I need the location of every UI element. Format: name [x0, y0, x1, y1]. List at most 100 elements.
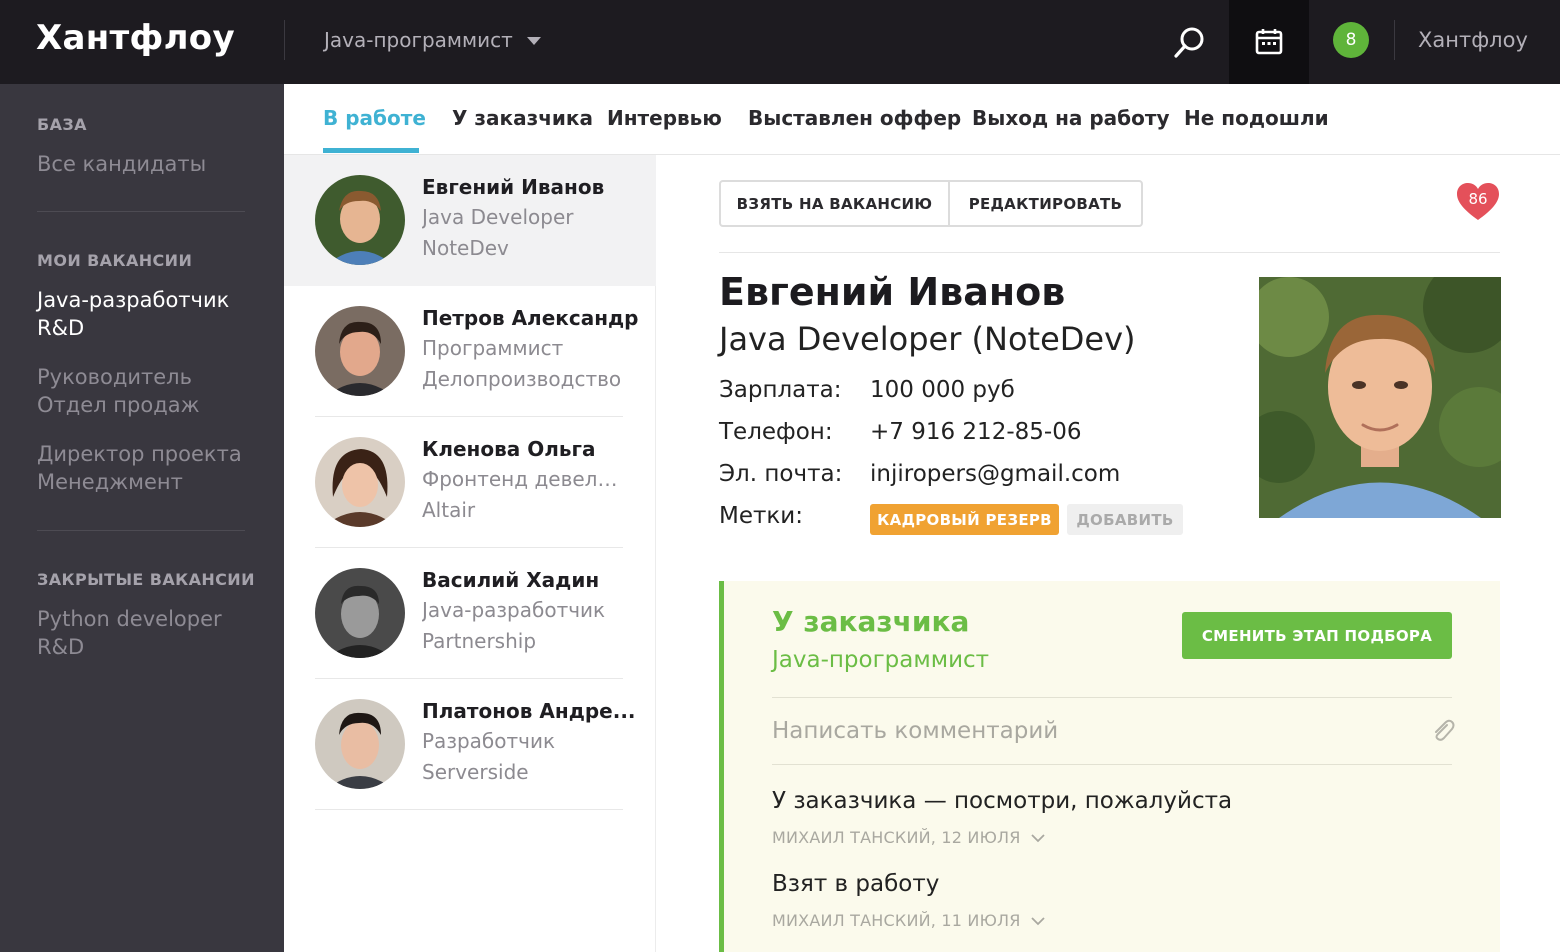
divider [772, 764, 1452, 765]
candidate-company: NoteDev [422, 236, 509, 260]
score-badge[interactable]: 86 [1456, 182, 1500, 222]
candidate-item[interactable]: Кленова Ольга Фронтенд девело... Altair [284, 417, 656, 548]
candidate-position: Фронтенд девело... [422, 467, 622, 491]
email-value[interactable]: injiropers@gmail.com [870, 461, 1120, 487]
stage-panel: У заказчика Java-программист СМЕНИТЬ ЭТА… [719, 581, 1500, 952]
sidebar-heading-closed-vacancies: ЗАКРЫТЫЕ ВАКАНСИИ [37, 570, 255, 589]
phone-value[interactable]: +7 916 212-85-06 [870, 419, 1081, 445]
change-stage-button[interactable]: СМЕНИТЬ ЭТАП ПОДБОРА [1182, 612, 1452, 659]
chevron-down-icon [1030, 833, 1045, 842]
candidate-item[interactable]: Василий Хадин Java-разработчик Partnersh… [284, 548, 656, 679]
candidate-name: Платонов Андре... [422, 699, 636, 723]
event-text: Взят в работу [772, 871, 940, 897]
stage-vacancy[interactable]: Java-программист [772, 647, 989, 673]
event-text: У заказчика — посмотри, пожалуйста [772, 788, 1233, 814]
avatar [315, 175, 405, 265]
stage-tabs: В работе У заказчика Интервью Выставлен … [284, 84, 1560, 155]
vacancy-selector-label: Java-программист [324, 28, 513, 52]
chevron-down-icon [1030, 916, 1045, 925]
tab-in-progress[interactable]: В работе [323, 106, 426, 130]
event-meta[interactable]: МИХАИЛ ТАНСКИЙ, 12 ИЮЛЯ [772, 828, 1045, 847]
divider [772, 697, 1452, 698]
avatar [315, 437, 405, 527]
candidate-list: Евгений Иванов Java Developer NoteDev Пе… [284, 155, 656, 952]
sidebar-heading-my-vacancies: МОИ ВАКАНСИИ [37, 251, 193, 270]
logo[interactable]: Хантфлоу [36, 18, 235, 58]
candidate-actions: ВЗЯТЬ НА ВАКАНСИЮ РЕДАКТИРОВАТЬ [719, 180, 1143, 227]
candidate-company: Делопроизводство [422, 367, 622, 391]
tab-rejected[interactable]: Не подошли [1184, 106, 1329, 130]
sidebar-item-label: Python developer [37, 607, 222, 631]
score-value: 86 [1468, 190, 1488, 208]
candidate-full-name: Евгений Иванов [719, 270, 1066, 314]
tab-at-client[interactable]: У заказчика [452, 106, 593, 130]
candidate-item[interactable]: Евгений Иванов Java Developer NoteDev [284, 155, 656, 286]
sidebar-item-all-candidates[interactable]: Все кандидаты [37, 150, 206, 178]
account-menu[interactable]: Хантфлоу [1418, 28, 1528, 52]
candidate-item[interactable]: Петров Александр Программист Делопроизво… [284, 286, 656, 417]
candidate-position: Java Developer [422, 205, 574, 229]
edit-button[interactable]: РЕДАКТИРОВАТЬ [950, 182, 1141, 225]
caret-down-icon [526, 37, 541, 45]
phone-label: Телефон: [719, 419, 833, 445]
sidebar-item-sublabel: Менеджмент [37, 470, 183, 494]
candidate-company: Serverside [422, 760, 529, 784]
candidate-title: Java Developer (NoteDev) [719, 320, 1136, 358]
sidebar-item-sales-head[interactable]: Руководитель Отдел продаж [37, 363, 200, 419]
notification-badge[interactable]: 8 [1333, 22, 1369, 58]
avatar [315, 306, 405, 396]
divider [284, 20, 285, 60]
event-meta[interactable]: МИХАИЛ ТАНСКИЙ, 11 ИЮЛЯ [772, 911, 1045, 930]
sidebar-item-java-developer[interactable]: Java-разработчик R&D [37, 286, 229, 342]
divider [719, 252, 1500, 253]
candidate-position: Java-разработчик [422, 598, 606, 622]
sidebar-item-sublabel: R&D [37, 635, 85, 659]
tab-interview[interactable]: Интервью [607, 106, 722, 130]
candidate-name: Кленова Ольга [422, 437, 596, 461]
salary-value: 100 000 руб [870, 377, 1015, 403]
search-button[interactable] [1160, 14, 1220, 70]
tag-talent-pool[interactable]: КАДРОВЫЙ РЕЗЕРВ [870, 504, 1059, 535]
candidate-name: Евгений Иванов [422, 175, 605, 199]
candidate-company: Altair [422, 498, 476, 522]
tab-hired[interactable]: Выход на работу [972, 106, 1170, 130]
search-icon [1174, 27, 1204, 58]
sidebar-item-python-developer[interactable]: Python developer R&D [37, 605, 222, 661]
email-label: Эл. почта: [719, 461, 843, 487]
sidebar-item-sublabel: Отдел продаж [37, 393, 200, 417]
vacancy-selector[interactable]: Java-программист [324, 28, 541, 52]
sidebar-heading-base: БАЗА [37, 115, 87, 134]
tab-offer[interactable]: Выставлен оффер [748, 106, 961, 130]
candidate-photo [1259, 277, 1501, 518]
paperclip-icon[interactable] [1428, 717, 1456, 745]
candidate-item[interactable]: Платонов Андре... Разработчик Serverside [284, 679, 656, 810]
sidebar-item-label: Все кандидаты [37, 152, 207, 176]
candidate-company: Partnership [422, 629, 537, 653]
top-bar: Хантфлоу Java-программист 8 Хантфлоу [0, 0, 1560, 84]
sidebar-item-sublabel: R&D [37, 316, 85, 340]
add-tag-button[interactable]: ДОБАВИТЬ [1067, 504, 1183, 535]
calendar-icon [1255, 29, 1283, 55]
sidebar-divider [37, 211, 245, 212]
candidate-position: Программист [422, 336, 564, 360]
sidebar: БАЗА Все кандидаты МОИ ВАКАНСИИ Java-раз… [0, 84, 284, 952]
candidate-name: Василий Хадин [422, 568, 600, 592]
stage-title: У заказчика [772, 605, 970, 638]
list-divider [315, 809, 623, 810]
sidebar-item-project-director[interactable]: Директор проекта Менеджмент [37, 440, 242, 496]
event-author-date: МИХАИЛ ТАНСКИЙ, 11 ИЮЛЯ [772, 911, 1021, 930]
active-tab-indicator [323, 148, 419, 153]
calendar-button[interactable] [1229, 0, 1309, 84]
take-to-vacancy-button[interactable]: ВЗЯТЬ НА ВАКАНСИЮ [721, 182, 950, 225]
avatar [315, 699, 405, 789]
event-author-date: МИХАИЛ ТАНСКИЙ, 12 ИЮЛЯ [772, 828, 1021, 847]
sidebar-item-label: Java-разработчик [37, 288, 230, 312]
comment-input[interactable] [772, 701, 1412, 761]
sidebar-divider [37, 530, 245, 531]
tags-label: Метки: [719, 503, 803, 529]
divider [1394, 20, 1395, 60]
candidate-name: Петров Александр [422, 306, 639, 330]
sidebar-item-label: Руководитель [37, 365, 192, 389]
avatar [315, 568, 405, 658]
salary-label: Зарплата: [719, 377, 842, 403]
